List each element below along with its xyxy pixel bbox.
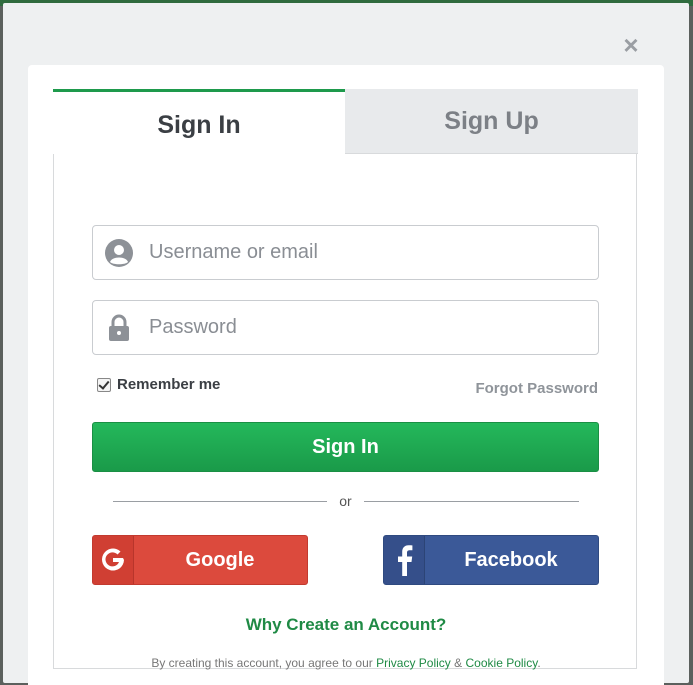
- divider-line-left: [113, 501, 327, 502]
- facebook-login-button[interactable]: Facebook: [383, 535, 599, 585]
- why-create-account-link[interactable]: Why Create an Account?: [54, 615, 638, 635]
- divider-line-right: [364, 501, 579, 502]
- auth-card: Sign In Sign Up Username or email Rememb…: [53, 89, 638, 670]
- password-input[interactable]: [149, 301, 589, 354]
- lock-icon: [109, 314, 129, 341]
- remember-me-checkbox[interactable]: [97, 377, 111, 392]
- or-divider: or: [113, 493, 579, 509]
- user-icon: [105, 239, 133, 267]
- terms-prefix: By creating this account, you agree to o…: [151, 656, 373, 670]
- tab-sign-up[interactable]: Sign Up: [345, 89, 638, 154]
- modal-panel: Sign In Sign Up Username or email Rememb…: [28, 65, 664, 685]
- sign-in-button[interactable]: Sign In: [92, 422, 599, 472]
- google-icon: [93, 536, 134, 584]
- remember-me[interactable]: Remember me: [97, 376, 220, 393]
- facebook-icon: [384, 536, 425, 584]
- divider-or-text: or: [339, 493, 352, 509]
- login-modal: × Sign In Sign Up Username or email Reme…: [3, 3, 689, 685]
- username-input[interactable]: [149, 226, 589, 279]
- password-field[interactable]: [92, 300, 599, 355]
- cookie-policy-link[interactable]: Cookie Policy: [466, 656, 538, 670]
- remember-me-label: Remember me: [117, 376, 221, 393]
- forgot-password-link[interactable]: Forgot Password: [475, 380, 598, 397]
- terms-text: By creating this account, you agree to o…: [54, 656, 638, 670]
- terms-suffix: .: [537, 656, 541, 670]
- privacy-policy-link[interactable]: Privacy Policy: [376, 656, 451, 670]
- facebook-label: Facebook: [464, 548, 558, 571]
- google-label: Google: [185, 548, 255, 571]
- google-login-button[interactable]: Google: [92, 535, 308, 585]
- close-icon[interactable]: ×: [619, 32, 643, 58]
- tab-sign-in[interactable]: Sign In: [53, 89, 345, 154]
- auth-tabs: Sign In Sign Up: [53, 89, 638, 155]
- terms-amp: &: [454, 656, 463, 670]
- username-field[interactable]: [92, 225, 599, 280]
